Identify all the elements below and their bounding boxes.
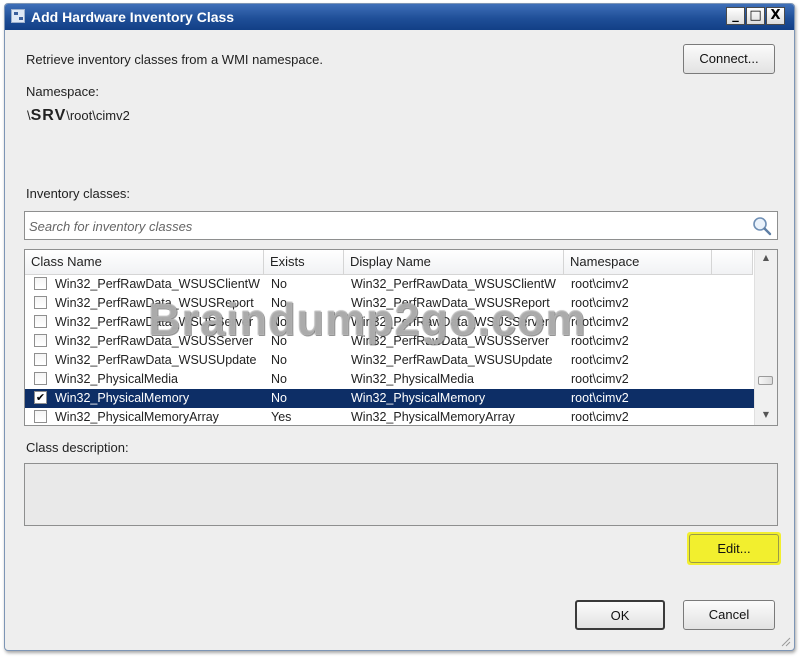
cell-namespace: root\cimv2: [571, 315, 629, 329]
cell-class-name: Win32_PerfRawData_WSUSServer: [55, 334, 253, 348]
cell-namespace: root\cimv2: [571, 296, 629, 310]
inventory-classes-label: Inventory classes:: [26, 186, 131, 201]
namespace-label: Namespace:: [26, 84, 99, 99]
cell-exists: Yes: [271, 410, 292, 424]
column-header-empty: [712, 250, 753, 274]
table-row[interactable]: ✔ Win32_PhysicalMemory No Win32_PhysicalMem…: [25, 389, 755, 408]
table-row[interactable]: Win32_PhysicalMemoryArray Yes Win32_Physic…: [25, 408, 755, 425]
checkbox[interactable]: [34, 277, 47, 290]
scroll-thumb[interactable]: [758, 376, 773, 385]
scroll-down-arrow-icon[interactable]: ▼: [755, 407, 777, 423]
cell-exists: No: [271, 334, 287, 348]
search-input[interactable]: [27, 214, 749, 238]
class-description-label: Class description:: [26, 440, 129, 455]
cancel-button[interactable]: Cancel: [683, 600, 775, 630]
maximize-button[interactable]: □: [746, 7, 765, 25]
table-row[interactable]: Win32_PerfRawData_WSUSReport No Win32_Perf…: [25, 294, 755, 313]
edit-button[interactable]: Edit...: [689, 534, 779, 563]
cell-exists: No: [271, 372, 287, 386]
cell-exists: No: [271, 391, 287, 405]
cell-namespace: root\cimv2: [571, 277, 629, 291]
ok-button[interactable]: OK: [575, 600, 665, 630]
checkbox[interactable]: [34, 334, 47, 347]
cell-namespace: root\cimv2: [571, 353, 629, 367]
minimize-button[interactable]: _: [726, 7, 745, 25]
search-box[interactable]: [24, 211, 778, 240]
column-header-class-name[interactable]: Class Name: [25, 250, 264, 274]
class-description-box: [24, 463, 778, 526]
magnifier-icon[interactable]: [751, 215, 773, 237]
vertical-scrollbar[interactable]: ▲ ▼: [754, 250, 777, 425]
column-header-namespace[interactable]: Namespace: [564, 250, 712, 274]
cell-exists: No: [271, 296, 287, 310]
cell-display-name: Win32_PhysicalMedia: [351, 372, 474, 386]
namespace-path: \root\cimv2: [66, 108, 130, 123]
cell-namespace: root\cimv2: [571, 334, 629, 348]
title-bar[interactable]: Add Hardware Inventory Class _ □ X: [5, 4, 794, 30]
list-header: Class Name Exists Display Name Namespace: [25, 250, 753, 275]
column-header-exists[interactable]: Exists: [264, 250, 344, 274]
table-row[interactable]: Win32_PerfRawData_WSUSServer No Win32_Perf…: [25, 332, 755, 351]
cell-class-name: Win32_PhysicalMedia: [55, 372, 178, 386]
namespace-server: SRV: [30, 107, 67, 124]
checkbox-checked[interactable]: ✔: [34, 391, 47, 404]
cell-exists: No: [271, 277, 287, 291]
cell-display-name: Win32_PhysicalMemoryArray: [351, 410, 515, 424]
cell-display-name: Win32_PerfRawData_WSUSServer: [351, 334, 549, 348]
close-button[interactable]: X: [766, 7, 785, 25]
table-row[interactable]: Win32_PerfRawData_WSUSClientW No Win32_Per…: [25, 275, 755, 294]
cell-namespace: root\cimv2: [571, 391, 629, 405]
cell-class-name: Win32_PerfRawData_WSUSClientW: [55, 277, 260, 291]
cell-namespace: root\cimv2: [571, 410, 629, 424]
column-header-display-name[interactable]: Display Name: [344, 250, 564, 274]
cell-class-name: Win32_PerfRawData_WSUSReport: [55, 296, 254, 310]
cell-namespace: root\cimv2: [571, 372, 629, 386]
checkbox[interactable]: [34, 353, 47, 366]
cell-display-name: Win32_PerfRawData_WSUSServer: [351, 315, 549, 329]
connect-button[interactable]: Connect...: [683, 44, 775, 74]
resize-grip-icon[interactable]: [779, 635, 791, 647]
cell-class-name: Win32_PhysicalMemoryArray: [55, 410, 219, 424]
scroll-up-arrow-icon[interactable]: ▲: [755, 250, 777, 266]
checkbox[interactable]: [34, 410, 47, 423]
cell-class-name: Win32_PerfRawData_WSUSUpdate: [55, 353, 257, 367]
add-hardware-inventory-class-dialog: Add Hardware Inventory Class _ □ X Retri…: [4, 3, 795, 651]
checkbox[interactable]: [34, 315, 47, 328]
inventory-classes-list[interactable]: Class Name Exists Display Name Namespace…: [24, 249, 778, 426]
dialog-icon: [11, 9, 25, 23]
table-row[interactable]: Win32_PerfRawData_WSUSServer No Win32_Perf…: [25, 313, 755, 332]
window-title: Add Hardware Inventory Class: [31, 9, 235, 25]
cell-class-name: Win32_PhysicalMemory: [55, 391, 190, 405]
table-row[interactable]: Win32_PhysicalMedia No Win32_PhysicalMedia…: [25, 370, 755, 389]
cell-exists: No: [271, 315, 287, 329]
cell-display-name: Win32_PerfRawData_WSUSClientW: [351, 277, 556, 291]
cell-class-name: Win32_PerfRawData_WSUSServer: [55, 315, 253, 329]
intro-text: Retrieve inventory classes from a WMI na…: [26, 52, 323, 67]
table-row[interactable]: Win32_PerfRawData_WSUSUpdate No Win32_Perf…: [25, 351, 755, 370]
cell-display-name: Win32_PerfRawData_WSUSUpdate: [351, 353, 553, 367]
cell-display-name: Win32_PerfRawData_WSUSReport: [351, 296, 550, 310]
checkbox[interactable]: [34, 372, 47, 385]
cell-exists: No: [271, 353, 287, 367]
cell-display-name: Win32_PhysicalMemory: [351, 391, 486, 405]
namespace-value: \SRV\root\cimv2: [27, 107, 130, 125]
checkbox[interactable]: [34, 296, 47, 309]
